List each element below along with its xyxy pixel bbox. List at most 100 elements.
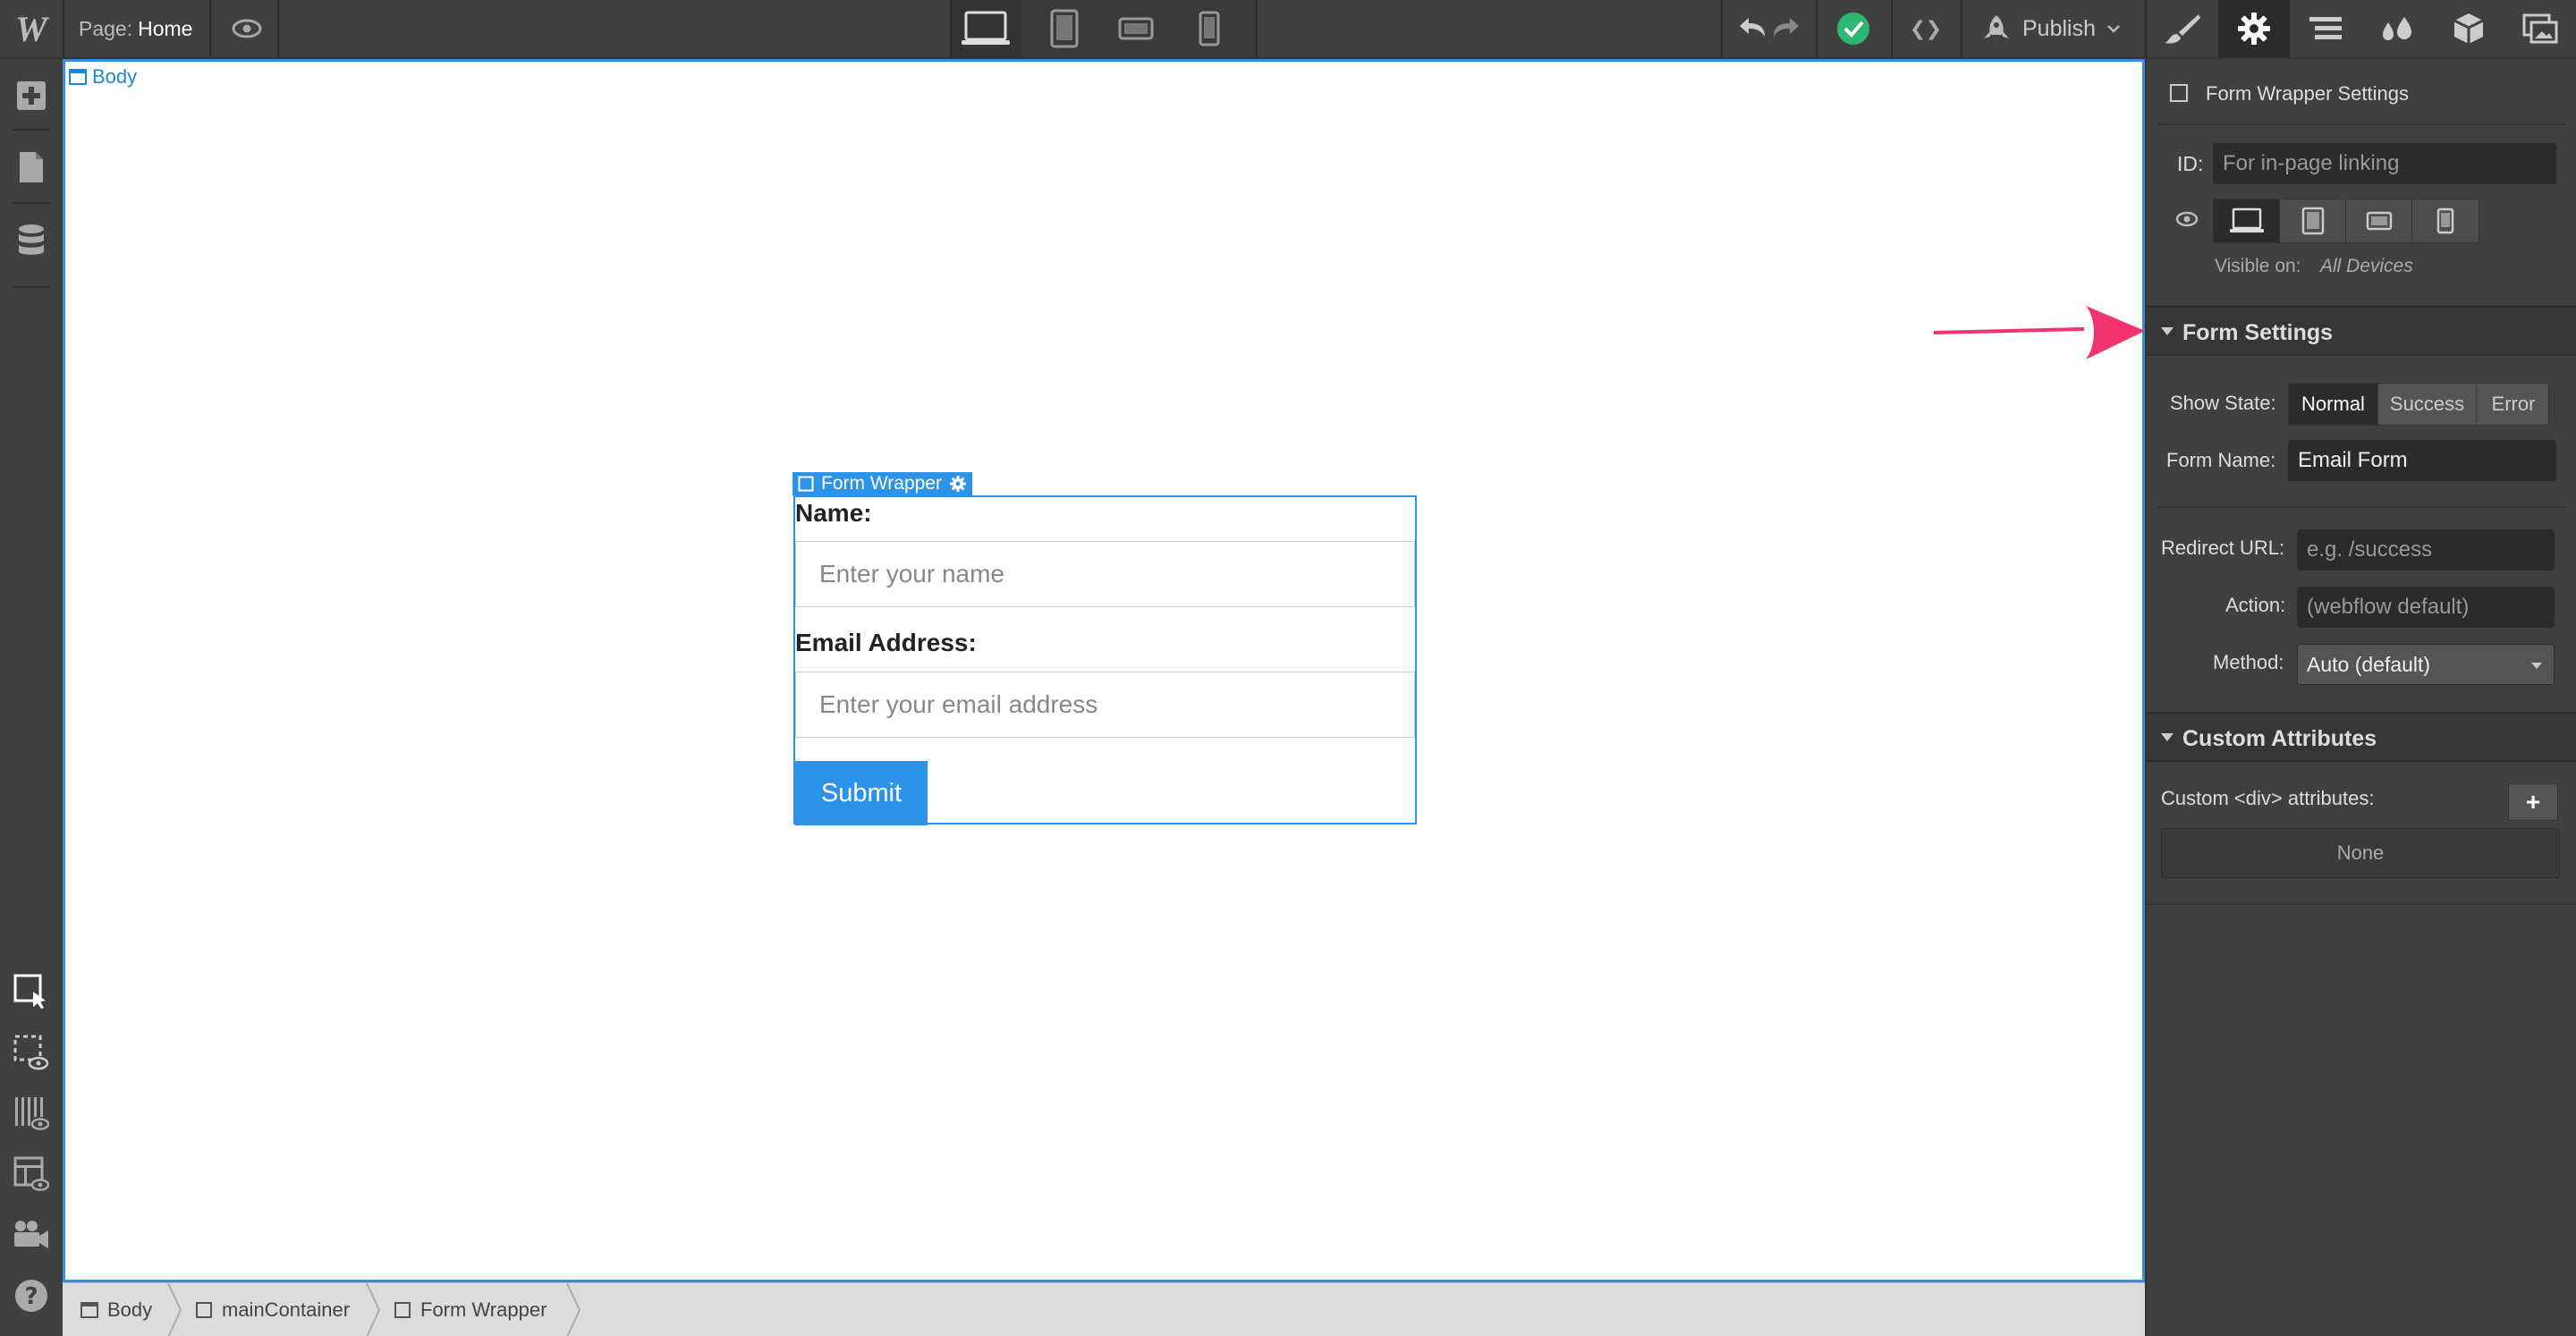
name-input[interactable]: Enter your name: [795, 541, 1415, 607]
symbols-panel-tab[interactable]: [2433, 0, 2504, 57]
settings-panel-tab[interactable]: [2218, 0, 2290, 57]
redirect-url-input[interactable]: e.g. /success: [2297, 529, 2555, 571]
div-block-icon: [196, 1302, 212, 1318]
breadcrumb-separator-icon: [167, 1283, 182, 1336]
attributes-empty-state: None: [2161, 828, 2560, 878]
breadcrumb-label: Form Wrapper: [420, 1298, 547, 1321]
method-select[interactable]: Auto (default): [2297, 644, 2555, 685]
breadcrumb-item-form-wrapper[interactable]: Form Wrapper: [394, 1283, 547, 1336]
breadcrumb: Body mainContainer Form Wrapper: [63, 1282, 2145, 1336]
custom-div-attributes-label: Custom <div> attributes:: [2161, 787, 2375, 809]
action-input[interactable]: (webflow default): [2297, 587, 2555, 628]
method-label: Method:: [2213, 651, 2284, 673]
page-name: Home: [138, 16, 193, 40]
custom-attributes-title: Custom Attributes: [2182, 726, 2377, 751]
show-state-segmented: Normal Success Error: [2288, 383, 2549, 426]
preview-layout-icon[interactable]: [9, 1152, 54, 1196]
dropdown-arrow-icon: [2531, 663, 2542, 669]
state-normal-button[interactable]: Normal: [2289, 384, 2378, 425]
add-element-icon[interactable]: [9, 73, 54, 118]
assets-panel-tab[interactable]: [2504, 0, 2576, 57]
visible-on-value: All Devices: [2320, 256, 2413, 276]
help-icon[interactable]: ?: [9, 1273, 54, 1318]
gear-icon: [949, 476, 966, 492]
brush-icon: [2165, 14, 2200, 44]
annotation-arrow-icon: [1934, 306, 2145, 359]
export-code-button[interactable]: ❮❯: [1894, 0, 1957, 57]
select-element-icon[interactable]: [9, 969, 54, 1014]
undo-redo[interactable]: [1724, 0, 1814, 57]
body-tag-label: Body: [92, 65, 138, 88]
publish-button[interactable]: Publish: [1975, 0, 2127, 57]
preview-eye-icon[interactable]: [220, 0, 274, 57]
webflow-logo[interactable]: W: [0, 0, 63, 57]
tablet-view-icon[interactable]: [1029, 0, 1100, 57]
desktop-view-icon[interactable]: [950, 0, 1021, 57]
body-element-tag[interactable]: Body: [69, 65, 137, 89]
cube-icon: [2453, 13, 2484, 44]
id-label: ID:: [2177, 152, 2204, 175]
page-prefix: Page:: [79, 16, 133, 40]
video-tutorials-icon[interactable]: [9, 1213, 54, 1257]
breadcrumb-item-body[interactable]: Body: [80, 1283, 152, 1336]
caret-down-icon: [2161, 733, 2174, 741]
style-panel-tab[interactable]: [2147, 0, 2218, 57]
div-block-icon: [394, 1302, 411, 1318]
mobile-landscape-view-icon[interactable]: [1100, 0, 1172, 57]
body-icon: [80, 1302, 98, 1318]
name-label: Name:: [795, 499, 872, 527]
top-toolbar: W Page: Home ❮❯ Publish: [0, 0, 2576, 59]
form-name-input[interactable]: Email Form: [2288, 440, 2556, 481]
breadcrumb-separator-icon: [566, 1283, 581, 1336]
submit-button[interactable]: Submit: [795, 761, 928, 825]
pages-icon[interactable]: [9, 145, 54, 190]
visible-landscape-icon[interactable]: [2346, 199, 2412, 242]
visible-portrait-icon[interactable]: [2412, 199, 2479, 242]
breadcrumb-item-maincontainer[interactable]: mainContainer: [195, 1283, 350, 1336]
rocket-icon: [1984, 15, 2009, 38]
undo-icon: [1740, 18, 1799, 37]
div-block-icon: [798, 476, 814, 492]
form-wrapper-tag[interactable]: Form Wrapper: [792, 472, 972, 495]
visible-on-label: Visible on:: [2215, 256, 2301, 276]
body-icon: [69, 69, 87, 85]
show-state-label: Show State:: [2170, 392, 2276, 414]
navigator-panel-tab[interactable]: [2290, 0, 2361, 57]
custom-attributes-section-header[interactable]: Custom Attributes: [2147, 712, 2576, 762]
left-toolbar: ?: [0, 59, 63, 1336]
gear-icon: [2238, 13, 2270, 45]
site-status-check-icon[interactable]: [1816, 0, 1891, 57]
show-hidden-elements-icon[interactable]: [9, 1030, 54, 1075]
email-label: Email Address:: [795, 629, 977, 656]
form-tag-label: Form Wrapper: [821, 473, 942, 494]
chevron-down-icon: [2107, 25, 2120, 33]
state-success-button[interactable]: Success: [2378, 384, 2477, 425]
redirect-url-label: Redirect URL:: [2161, 537, 2285, 559]
visible-desktop-icon[interactable]: [2214, 199, 2280, 242]
breadcrumb-separator-icon: [366, 1283, 381, 1336]
visibility-toggles: [2213, 199, 2479, 243]
images-icon: [2522, 13, 2558, 44]
div-block-icon: [2170, 84, 2188, 102]
breadcrumb-label: mainContainer: [222, 1298, 351, 1321]
publish-label: Publish: [2022, 15, 2096, 41]
eye-icon: [2175, 211, 2199, 232]
page-selector[interactable]: Page: Home: [79, 0, 192, 57]
settings-panel: Form Wrapper Settings ID: For in-page li…: [2145, 59, 2576, 1336]
state-error-button[interactable]: Error: [2477, 384, 2548, 425]
form-settings-section-header[interactable]: Form Settings: [2147, 306, 2576, 356]
add-attribute-button[interactable]: +: [2508, 783, 2558, 821]
navigator-icon: [2309, 17, 2342, 39]
id-input[interactable]: For in-page linking: [2213, 143, 2556, 184]
xray-mode-icon[interactable]: [9, 1091, 54, 1136]
design-canvas[interactable]: Body Form Wrapper Name: Enter your name …: [63, 59, 2145, 1282]
action-label: Action:: [2225, 594, 2286, 616]
svg-text:?: ?: [24, 1283, 38, 1310]
form-wrapper[interactable]: Name: Enter your name Email Address: Ent…: [793, 495, 1417, 825]
swatches-panel-tab[interactable]: [2361, 0, 2433, 57]
cms-database-icon[interactable]: [9, 218, 54, 263]
breadcrumb-label: Body: [107, 1298, 153, 1321]
visible-tablet-icon[interactable]: [2280, 199, 2346, 242]
email-input[interactable]: Enter your email address: [795, 672, 1415, 738]
mobile-portrait-view-icon[interactable]: [1174, 0, 1245, 57]
